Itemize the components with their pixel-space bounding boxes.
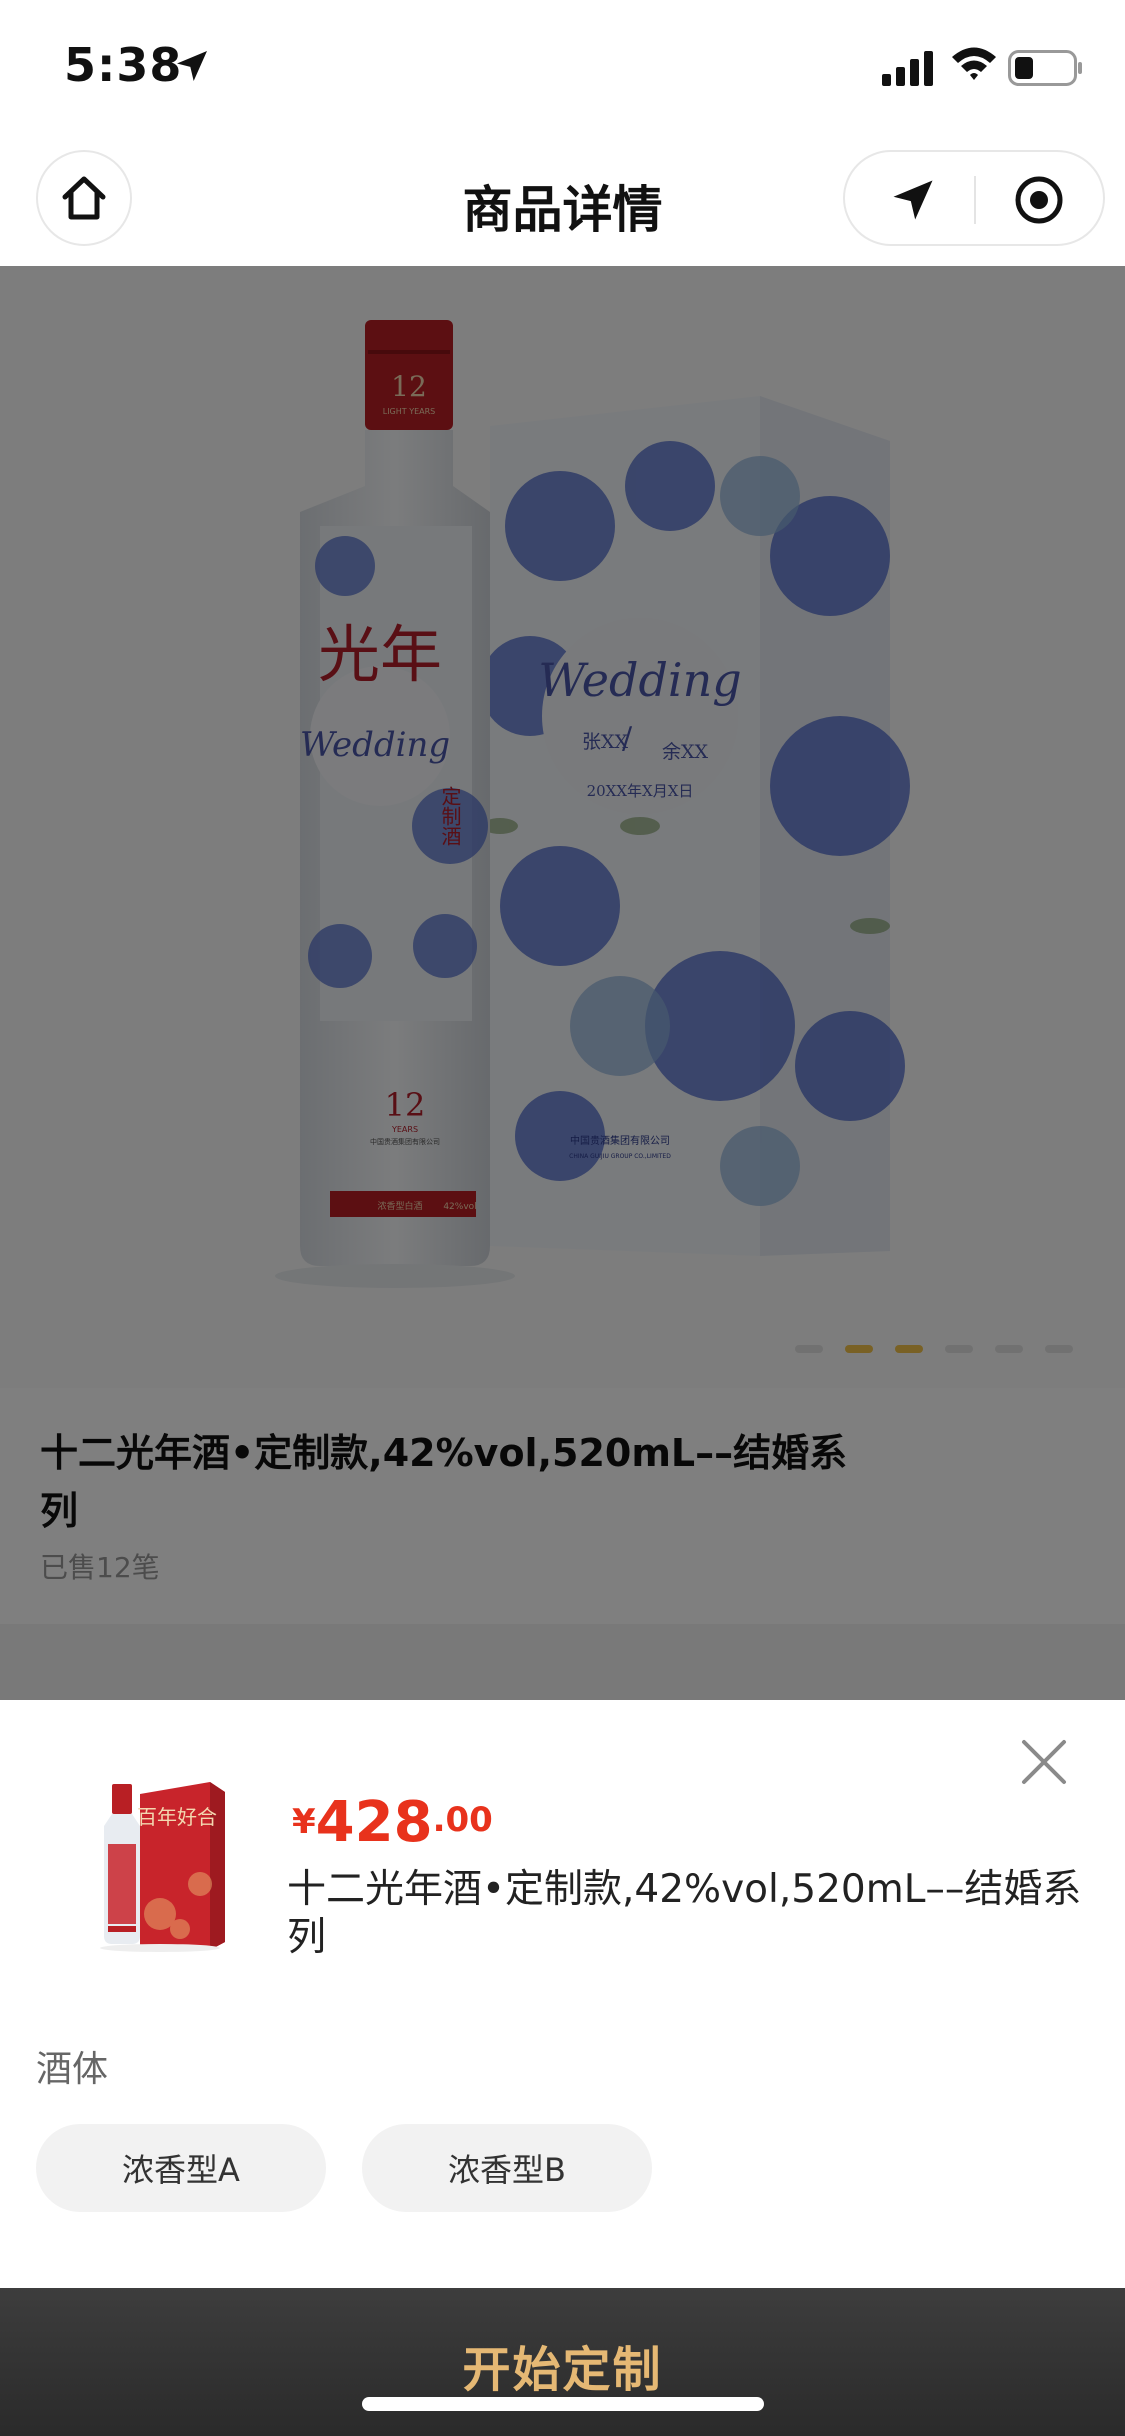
mini-program-capsule — [843, 150, 1105, 246]
modal-overlay[interactable] — [0, 266, 1125, 1700]
start-customize-button[interactable]: 开始定制 — [0, 2288, 1125, 2436]
price-decimal: .00 — [432, 1800, 493, 1840]
capsule-divider — [974, 176, 976, 224]
wifi-icon — [952, 47, 996, 80]
close-icon[interactable] — [1016, 1734, 1072, 1790]
cellular-signal-icon — [882, 51, 933, 86]
start-customize-label: 开始定制 — [462, 2342, 663, 2398]
product-thumbnail: 百年好合 — [100, 1782, 225, 1952]
option-chip-a[interactable]: 浓香型A — [36, 2124, 326, 2212]
option-chip-b[interactable]: 浓香型B — [362, 2124, 652, 2212]
navigation-bar: 商品详情 — [0, 136, 1125, 266]
battery-icon — [1008, 50, 1082, 86]
sku-selection-sheet: 百年好合 ¥428.00 十二光年酒•定制款,42%vol,520mL––结婚系… — [0, 1700, 1125, 2436]
spec-options: 浓香型A 浓香型B — [36, 2124, 652, 2212]
close-program-icon[interactable] — [1013, 174, 1065, 226]
status-bar: 5:38 — [0, 0, 1125, 136]
spec-label: 酒体 — [36, 2049, 109, 2090]
price-integer: 428 — [315, 1790, 433, 1855]
status-time: 5:38 — [64, 38, 183, 92]
price: ¥428.00 — [292, 1790, 493, 1855]
sheet-product-title: 十二光年酒•定制款,42%vol,520mL––结婚系列 — [287, 1867, 1082, 1960]
home-indicator — [362, 2397, 764, 2411]
price-currency: ¥ — [292, 1802, 316, 1842]
share-arrow-icon[interactable] — [887, 174, 939, 226]
thumb-box-text: 百年好合 — [137, 1805, 217, 1829]
location-arrow-icon — [177, 51, 207, 81]
